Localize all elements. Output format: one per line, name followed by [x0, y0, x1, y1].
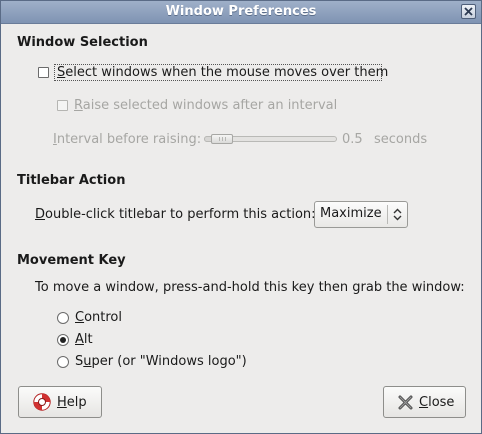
close-x-icon [398, 395, 413, 410]
close-button-label: Close [419, 395, 455, 410]
chevron-updown-icon [393, 208, 402, 221]
select-on-mouse-label[interactable]: Select windows when the mouse moves over… [57, 65, 388, 80]
movement-key-description: To move a window, press-and-hold this ke… [35, 280, 465, 295]
select-on-mouse-checkbox[interactable] [38, 67, 49, 78]
titlebar-action-selected: Maximize [320, 206, 382, 221]
radio-control-label[interactable]: Control [75, 310, 122, 325]
interval-label: Interval before raising: [53, 132, 202, 147]
close-icon [464, 7, 473, 16]
radio-selected-dot [60, 337, 66, 343]
help-button[interactable]: Help [18, 386, 102, 418]
radio-alt-label[interactable]: Alt [75, 332, 93, 347]
lifebuoy-icon [33, 393, 51, 411]
interval-unit: seconds [374, 132, 428, 147]
interval-slider-handle[interactable] [210, 134, 233, 144]
window-selection-heading: Window Selection [17, 35, 148, 50]
dropdown-separator [387, 205, 388, 224]
raise-after-interval-label[interactable]: Raise selected windows after an interval [74, 98, 337, 113]
window-close-button[interactable] [461, 4, 476, 19]
radio-super-label[interactable]: Super (or "Windows logo") [75, 354, 247, 369]
dialog-content: Window Selection Select windows when the… [1, 24, 481, 434]
radio-alt[interactable] [57, 334, 69, 346]
movement-key-heading: Movement Key [17, 253, 126, 268]
help-button-label: Help [57, 395, 87, 410]
titlebar-action-dropdown[interactable]: Maximize [314, 201, 408, 228]
raise-after-interval-checkbox[interactable] [57, 100, 68, 111]
titlebar-action-heading: Titlebar Action [17, 173, 126, 188]
radio-super[interactable] [57, 356, 69, 368]
close-button[interactable]: Close [383, 386, 466, 418]
window-preferences-dialog: Window Preferences Window Selection Sele… [0, 0, 482, 434]
title-bar[interactable]: Window Preferences [1, 1, 481, 24]
interval-value: 0.5 [342, 132, 363, 147]
window-title: Window Preferences [165, 4, 317, 19]
radio-control[interactable] [57, 312, 69, 324]
titlebar-action-label: Double-click titlebar to perform this ac… [35, 207, 316, 222]
